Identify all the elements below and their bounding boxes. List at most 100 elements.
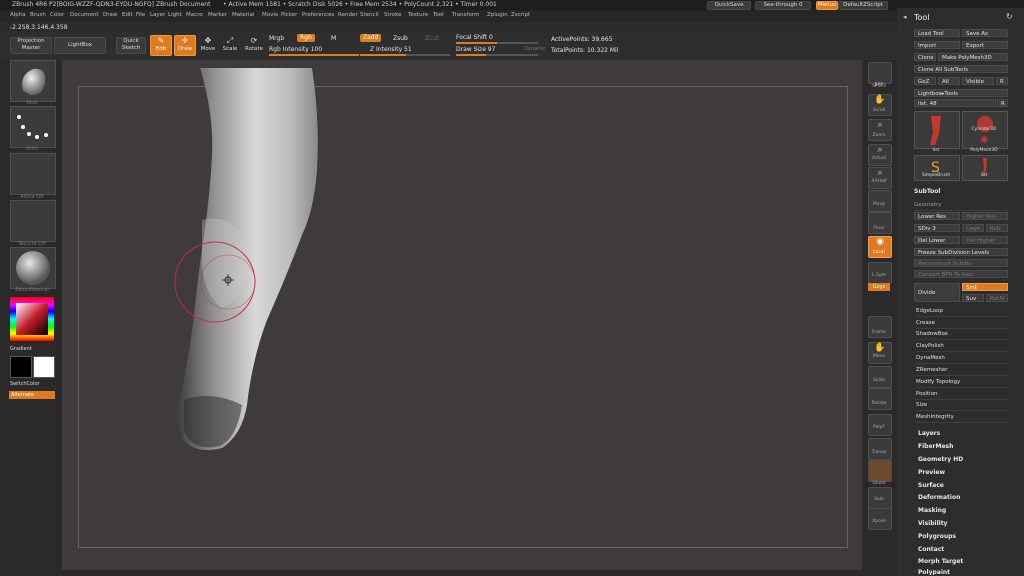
main-color-swatch[interactable] [10, 356, 32, 378]
stroke-thumbnail[interactable] [10, 106, 56, 148]
smt-toggle[interactable]: Smt [962, 283, 1008, 291]
goz-r-button[interactable]: R [996, 77, 1008, 85]
polygroups-section[interactable]: Polygroups [918, 533, 1014, 540]
ghost-button[interactable] [868, 460, 892, 482]
menu-edit[interactable]: Edit [122, 12, 133, 18]
menu-brush[interactable]: Brush [30, 12, 46, 18]
aahalf-button[interactable]: ⌕ [868, 167, 892, 189]
tool-palette-title[interactable]: Tool [914, 13, 930, 22]
freeze-subdivision-button[interactable]: Freeze SubDivision Levels [914, 248, 1008, 256]
mrgb-button[interactable]: Mrgb [269, 35, 284, 42]
higher-res-button[interactable]: Higher Res [962, 212, 1008, 220]
focal-shift-slider[interactable]: Focal Shift 0 [456, 34, 493, 41]
export-button[interactable]: Export [962, 41, 1008, 49]
lightbox-tools-button[interactable]: Lightbox▸Tools [914, 89, 1008, 97]
tool-thumb-current[interactable] [914, 111, 960, 149]
menu-movie[interactable]: Movie [262, 12, 278, 18]
tool-list-slider[interactable]: list. 48 [914, 99, 996, 107]
divide-button[interactable]: Divide [914, 283, 960, 302]
edit-button[interactable]: ✎ Edit [150, 35, 172, 56]
menu-light[interactable]: Light [168, 12, 182, 18]
persp-button[interactable] [868, 190, 892, 212]
menu-stroke[interactable]: Stroke [384, 12, 402, 18]
move-view-button[interactable]: ✋ [868, 342, 892, 364]
reconstruct-subdiv-button[interactable]: Reconstruct Subdiv [914, 259, 1008, 267]
secondary-color-swatch[interactable] [33, 356, 55, 378]
polypaint-section[interactable]: Polypaint [918, 569, 1014, 575]
menu-stencil[interactable]: Stencil [360, 12, 379, 18]
size-subpalette[interactable]: Size [916, 400, 1008, 411]
polymesh-star-icon[interactable]: ✱ [980, 135, 988, 146]
bpr-render-button[interactable] [868, 62, 892, 84]
menu-preferences[interactable]: Preferences [302, 12, 334, 18]
surface-section[interactable]: Surface [918, 482, 1014, 489]
goz-all-button[interactable]: All [938, 77, 960, 85]
spix-label[interactable]: SPix 3 [864, 84, 894, 89]
del-lower-button[interactable]: Del Lower [914, 236, 960, 244]
save-as-button[interactable]: Save As [962, 29, 1008, 37]
geometry-hd-section[interactable]: Geometry HD [918, 456, 1014, 463]
sculpt-viewport[interactable] [62, 60, 862, 570]
palette-refresh-icon[interactable]: ↻ [1006, 12, 1013, 21]
alternate-button[interactable]: Alternate [9, 391, 55, 399]
sdiv-slider[interactable]: SDiv 3 [914, 224, 960, 232]
menu-zscript[interactable]: Zscript [511, 12, 530, 18]
focal-shift-track[interactable] [456, 42, 538, 44]
scale-view-button[interactable] [868, 366, 892, 388]
load-tool-button[interactable]: Load Tool [914, 29, 960, 37]
gxyz-button[interactable]: Gxyz [868, 283, 890, 291]
transp-button[interactable] [868, 438, 892, 460]
z-intensity-slider[interactable]: Z Intensity 51 [370, 46, 412, 53]
menu-transform[interactable]: Transform [452, 12, 479, 18]
dynamic-button[interactable]: Dynamic [524, 46, 546, 52]
palette-collapse-icon[interactable]: ◂ [903, 13, 907, 21]
rgb-intensity-track[interactable] [269, 54, 359, 56]
clone-all-subtools-button[interactable]: Clone All SubTools [914, 65, 1008, 73]
rstr-button[interactable]: Rstr [986, 224, 1008, 232]
scale-button[interactable]: ⤢ Scale [220, 35, 240, 56]
menu-macro[interactable]: Macro [186, 12, 203, 18]
draw-size-track[interactable] [456, 54, 538, 56]
menu-document[interactable]: Document [70, 12, 99, 18]
morph-target-section[interactable]: Morph Target [918, 558, 1014, 565]
move-button[interactable]: ✥ Move [198, 35, 218, 56]
see-through-slider[interactable]: See-through 0 [755, 1, 811, 10]
brush-thumbnail[interactable] [10, 60, 56, 102]
tool-list-r-button[interactable]: R [997, 99, 1008, 107]
clone-button[interactable]: Clone [914, 53, 936, 61]
menu-file[interactable]: File [136, 12, 145, 18]
visibility-section[interactable]: Visibility [918, 520, 1014, 527]
cage-button[interactable]: Cage [962, 224, 984, 232]
geometry-subpalette[interactable]: Geometry [914, 200, 1008, 211]
menu-tool[interactable]: Tool [433, 12, 444, 18]
z-intensity-track[interactable] [360, 54, 450, 56]
edgeloop-subpalette[interactable]: EdgeLoop [916, 306, 1008, 317]
contact-section[interactable]: Contact [918, 546, 1014, 553]
menu-alpha[interactable]: Alpha [10, 12, 26, 18]
zremesher-subpalette[interactable]: ZRemesher [916, 365, 1008, 376]
fibermesh-section[interactable]: FiberMesh [918, 443, 1014, 450]
quicksave-button[interactable]: QuickSave [707, 1, 751, 10]
modify-topology-subpalette[interactable]: Modify Topology [916, 377, 1008, 388]
quick-sketch-button[interactable]: Quick Sketch [116, 37, 146, 54]
menu-marker[interactable]: Marker [208, 12, 227, 18]
zsub-button[interactable]: Zsub [393, 35, 408, 42]
goz-visible-button[interactable]: Visible [962, 77, 994, 85]
goz-button[interactable]: GoZ [914, 77, 936, 85]
zscript-button[interactable]: DefaultZScript [838, 1, 888, 10]
suv-toggle[interactable]: Suv [962, 294, 984, 302]
switch-color-button[interactable]: SwitchColor [10, 381, 40, 387]
menu-texture[interactable]: Texture [408, 12, 428, 18]
draw-size-slider[interactable]: Draw Size 97 [456, 46, 495, 53]
masking-section[interactable]: Masking [918, 507, 1014, 514]
meshintegrity-subpalette[interactable]: MeshIntegrity [916, 412, 1008, 423]
dynamesh-subpalette[interactable]: DynaMesh [916, 353, 1008, 364]
position-subpalette[interactable]: Position [916, 389, 1008, 400]
zcut-button[interactable]: Zcut [425, 35, 439, 42]
convert-bpr-button[interactable]: Convert BPR To Geo [914, 270, 1008, 278]
menu-layer[interactable]: Layer [150, 12, 165, 18]
draw-button[interactable]: ✛ Draw [174, 35, 196, 56]
crease-subpalette[interactable]: Crease [916, 318, 1008, 329]
lightbox-button[interactable]: LightBox [54, 37, 106, 54]
menu-material[interactable]: Material [232, 12, 254, 18]
